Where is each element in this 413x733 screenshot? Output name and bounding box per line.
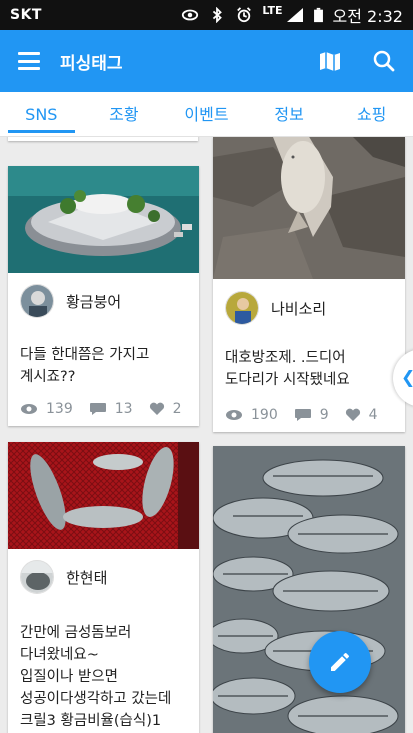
avatar	[20, 284, 54, 318]
avatar	[225, 291, 259, 325]
pencil-icon	[331, 652, 350, 671]
app-title: 피싱태그	[60, 53, 123, 74]
post-image	[213, 446, 405, 733]
heart-icon	[149, 402, 164, 415]
post-text: 대호방조제. .드디어 도다리가 시작됐네요	[225, 347, 395, 391]
post-author[interactable]: 황금붕어	[20, 284, 121, 318]
avatar	[20, 560, 54, 594]
comments-count: 9	[319, 407, 329, 423]
write-post-button[interactable]	[309, 631, 371, 693]
app-bar: 피싱태그	[0, 30, 413, 92]
tab-catch-report[interactable]: 조황	[83, 92, 166, 136]
post-card[interactable]: 황금붕어 다들 한대쯤은 가지고 계시죠?? 139 13 2	[8, 166, 199, 426]
post-text-line: 간만에 금성돔보러 다녀왔네요~ 입질이나 받으면 성공이다생각하고 갔는데 크…	[20, 625, 172, 729]
tab-info[interactable]: 정보	[248, 92, 331, 136]
comments-stat: 13	[89, 401, 133, 417]
eye-icon	[182, 9, 199, 21]
comment-icon	[294, 409, 311, 421]
likes-count: 4	[368, 407, 378, 423]
eye-icon	[21, 404, 37, 414]
search-icon[interactable]	[373, 50, 395, 72]
tab-event[interactable]: 이벤트	[165, 92, 248, 136]
post-image	[8, 166, 199, 273]
eye-icon	[226, 410, 242, 420]
post-stats: 190 9 4	[225, 407, 394, 423]
post-card[interactable]: 나비소리 대호방조제. .드디어 도다리가 시작됐네요 190 9 4	[213, 137, 405, 432]
views-count: 139	[46, 401, 73, 417]
post-text: 간만에 금성돔보러 다녀왔네요~ 입질이나 받으면 성공이다생각하고 갔는데 크…	[20, 622, 189, 732]
tab-bar: SNS 조황 이벤트 정보 쇼핑	[0, 92, 413, 137]
post-image	[213, 137, 405, 279]
views-stat: 190	[225, 407, 278, 423]
post-text-line: 대호방조제. .드디어 도다리가 시작됐네요	[225, 350, 350, 388]
partial-card[interactable]	[8, 137, 198, 141]
map-icon[interactable]	[319, 50, 341, 72]
status-bar: SKT LTE 오전 2:32	[0, 0, 413, 30]
views-stat: 139	[20, 401, 73, 417]
author-name: 한현태	[66, 568, 108, 587]
likes-count: 2	[172, 401, 182, 417]
post-image	[8, 442, 199, 549]
post-text-line: 다들 한대쯤은 가지고 계시죠??	[20, 347, 150, 385]
heart-icon	[345, 408, 360, 421]
post-text: 다들 한대쯤은 가지고 계시죠??	[20, 344, 189, 388]
clock: 오전 2:32	[332, 7, 403, 26]
carrier-label: SKT	[10, 7, 42, 23]
author-name: 나비소리	[271, 299, 327, 318]
post-author[interactable]: 나비소리	[225, 291, 326, 325]
comments-stat: 9	[294, 407, 329, 423]
post-author[interactable]: 한현태	[20, 560, 107, 594]
menu-icon[interactable]	[18, 52, 40, 70]
tab-shopping[interactable]: 쇼핑	[330, 92, 413, 136]
likes-stat[interactable]: 4	[345, 407, 378, 423]
chevron-left-icon: ❮	[401, 368, 413, 388]
likes-stat[interactable]: 2	[149, 401, 182, 417]
battery-icon	[313, 7, 323, 23]
bluetooth-icon	[213, 7, 223, 23]
alarm-icon	[237, 7, 252, 23]
comment-icon	[89, 403, 106, 415]
tab-sns[interactable]: SNS	[0, 92, 83, 136]
views-count: 190	[251, 407, 278, 423]
signal-icon	[286, 8, 303, 22]
author-name: 황금붕어	[66, 292, 122, 311]
post-stats: 139 13 2	[20, 401, 197, 417]
post-card[interactable]: 한현태 간만에 금성돔보러 다녀왔네요~ 입질이나 받으면 성공이다생각하고 갔…	[8, 442, 199, 733]
post-card[interactable]	[213, 446, 405, 733]
network-label: LTE	[262, 3, 283, 17]
comments-count: 13	[114, 401, 133, 417]
